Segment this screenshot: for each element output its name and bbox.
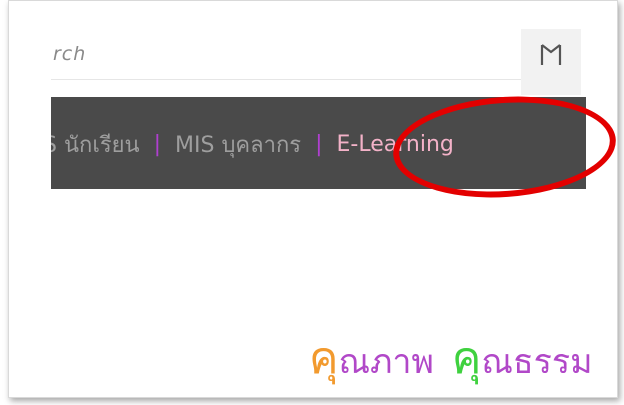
search-icon [540, 44, 562, 65]
nav-item-mis-personnel[interactable]: MIS บุคลากร [175, 127, 301, 162]
motto-virtue-cap: คุ [451, 333, 482, 384]
search-input[interactable]: rch [53, 43, 86, 65]
search-bar[interactable]: rch [51, 29, 521, 80]
motto-quality-rest: ณภาพ [338, 342, 434, 382]
school-motto: คุณภาพ คุณธรรม [309, 323, 593, 393]
motto-quality-cap: คุ [309, 333, 339, 384]
nav-separator: | [315, 132, 323, 157]
nav-item-mis-student[interactable]: S นักเรียน [51, 127, 140, 162]
nav-separator: | [153, 132, 162, 157]
motto-virtue-rest: ณธรรม [481, 342, 593, 382]
search-button[interactable] [521, 29, 581, 95]
screenshot-frame: rch S นักเรียน | MIS บุคลากร | E-Learnin… [8, 0, 618, 398]
